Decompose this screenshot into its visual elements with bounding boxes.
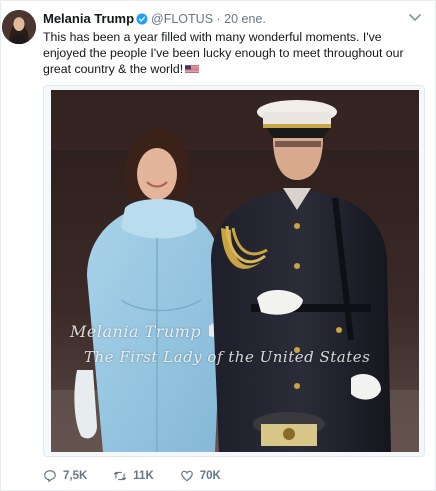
- tweet-text-body: This has been a year filled with many wo…: [43, 30, 404, 76]
- timestamp[interactable]: 20 ene.: [224, 12, 266, 26]
- author-handle[interactable]: @FLOTUS: [151, 12, 213, 26]
- tweet-text: This has been a year filled with many wo…: [43, 29, 423, 77]
- separator-dot: ·: [216, 12, 221, 26]
- like-button[interactable]: 70K: [180, 469, 221, 483]
- tweet-card[interactable]: Melania Trump @FLOTUS · 20 ene. This has …: [0, 0, 436, 491]
- tweet-media[interactable]: Melania Trump The First Lady of the Unit…: [43, 85, 425, 457]
- verified-badge-icon: [136, 13, 148, 25]
- chevron-down-icon[interactable]: [409, 13, 421, 23]
- author-name[interactable]: Melania Trump: [43, 11, 134, 26]
- retweet-icon: [114, 471, 127, 481]
- retweet-count: 11K: [133, 470, 154, 482]
- reply-button[interactable]: 7,5K: [43, 469, 87, 483]
- tweet-header: Melania Trump @FLOTUS · 20 ene.: [43, 11, 266, 27]
- reply-icon: [44, 470, 56, 483]
- us-flag-icon: [185, 65, 200, 73]
- retweet-button[interactable]: 11K: [113, 469, 154, 483]
- watermark-line-2: The First Lady of the United States: [84, 348, 371, 366]
- heart-icon: [180, 470, 193, 482]
- like-count: 70K: [199, 470, 221, 482]
- avatar[interactable]: [2, 10, 36, 44]
- photo-image[interactable]: [51, 90, 419, 452]
- tweet-actions: 7,5K 11K 70K: [43, 468, 247, 484]
- watermark-line-1: Melania Trump: [70, 322, 202, 341]
- reply-count: 7,5K: [63, 470, 88, 482]
